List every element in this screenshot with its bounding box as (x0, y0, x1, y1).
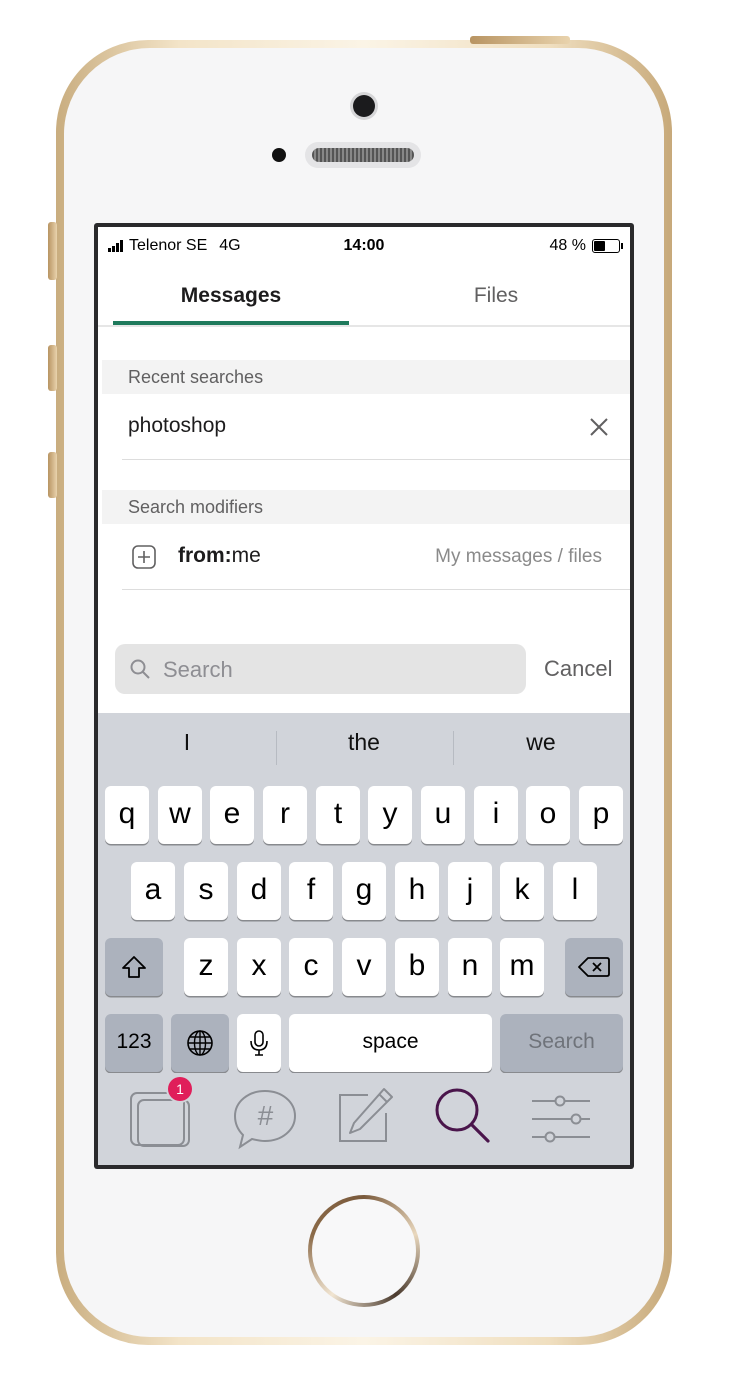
key-z[interactable]: z (184, 938, 228, 996)
search-tabs: Messages Files (98, 267, 630, 327)
search-return-key[interactable]: Search (500, 1014, 623, 1072)
key-y[interactable]: y (368, 786, 412, 844)
shift-key[interactable] (105, 938, 163, 996)
key-l[interactable]: l (553, 862, 597, 920)
cancel-button[interactable]: Cancel (544, 656, 612, 682)
key-a[interactable]: a (131, 862, 175, 920)
key-i[interactable]: i (474, 786, 518, 844)
prediction-3[interactable]: we (452, 729, 630, 756)
tab-messages[interactable]: Messages (113, 267, 349, 325)
dictation-key[interactable] (237, 1014, 281, 1072)
svg-text:#: # (257, 1100, 273, 1131)
backspace-key[interactable] (565, 938, 623, 996)
search-input[interactable]: Search (115, 644, 526, 694)
key-s[interactable]: s (184, 862, 228, 920)
key-t[interactable]: t (316, 786, 360, 844)
power-button (470, 36, 570, 44)
space-key[interactable]: space (289, 1014, 492, 1072)
divider (122, 459, 630, 460)
key-h[interactable]: h (395, 862, 439, 920)
earpiece-speaker (305, 142, 421, 168)
settings-icon[interactable] (530, 1093, 592, 1145)
search-placeholder: Search (163, 657, 233, 682)
key-n[interactable]: n (448, 938, 492, 996)
search-icon[interactable] (432, 1085, 498, 1151)
search-bar: Search Cancel (98, 631, 630, 713)
compose-icon[interactable] (334, 1085, 398, 1151)
battery-icon (592, 239, 623, 253)
recent-search-text: photoshop (128, 414, 227, 437)
backspace-icon (578, 957, 610, 977)
recent-searches-header: Recent searches (102, 360, 630, 394)
modifier-key: from: (178, 544, 232, 567)
front-camera (353, 95, 375, 117)
proximity-sensor (272, 148, 286, 162)
key-u[interactable]: u (421, 786, 465, 844)
screen-bezel: Telenor SE 4G 14:00 48 % Messages Files … (94, 223, 634, 1169)
globe-icon (187, 1030, 213, 1056)
key-p[interactable]: p (579, 786, 623, 844)
app-display: Telenor SE 4G 14:00 48 % Messages Files … (98, 227, 630, 1165)
battery-percentage: 48 % (549, 237, 586, 254)
tab-files[interactable]: Files (380, 267, 612, 325)
key-f[interactable]: f (289, 862, 333, 920)
shift-icon (122, 956, 146, 978)
volume-switch (48, 222, 57, 280)
microphone-icon (250, 1030, 268, 1056)
key-b[interactable]: b (395, 938, 439, 996)
plus-square-icon (132, 545, 156, 569)
key-r[interactable]: r (263, 786, 307, 844)
key-v[interactable]: v (342, 938, 386, 996)
prediction-2[interactable]: the (275, 729, 453, 756)
prediction-1[interactable]: I (98, 729, 276, 756)
keyboard: I the we q w e r t y u i o p a s d f g h (98, 713, 630, 1073)
close-icon[interactable] (588, 416, 610, 438)
modifier-description: My messages / files (435, 546, 602, 567)
search-modifiers-header: Search modifiers (102, 490, 630, 524)
key-j[interactable]: j (448, 862, 492, 920)
key-c[interactable]: c (289, 938, 333, 996)
key-e[interactable]: e (210, 786, 254, 844)
bottom-nav: 1 # (98, 1073, 630, 1165)
status-bar: Telenor SE 4G 14:00 48 % (98, 227, 630, 267)
selected-tab-indicator (113, 321, 349, 325)
divider (122, 589, 630, 590)
home-button[interactable] (308, 1195, 420, 1307)
modifier-item-from[interactable]: from:me My messages / files (102, 524, 630, 590)
volume-down-button (48, 452, 57, 498)
key-w[interactable]: w (158, 786, 202, 844)
key-m[interactable]: m (500, 938, 544, 996)
key-g[interactable]: g (342, 862, 386, 920)
recent-search-item[interactable]: photoshop (102, 394, 630, 460)
volume-up-button (48, 345, 57, 391)
modifier-value: me (231, 544, 261, 567)
numbers-key[interactable]: 123 (105, 1014, 163, 1072)
key-q[interactable]: q (105, 786, 149, 844)
key-k[interactable]: k (500, 862, 544, 920)
prediction-bar: I the we (98, 713, 630, 775)
unread-badge: 1 (168, 1077, 192, 1101)
modifier-label: from:me (178, 544, 261, 568)
key-x[interactable]: x (237, 938, 281, 996)
key-o[interactable]: o (526, 786, 570, 844)
channels-icon[interactable]: # (232, 1087, 298, 1151)
globe-key[interactable] (171, 1014, 229, 1072)
magnifier-icon (130, 659, 150, 679)
key-d[interactable]: d (237, 862, 281, 920)
